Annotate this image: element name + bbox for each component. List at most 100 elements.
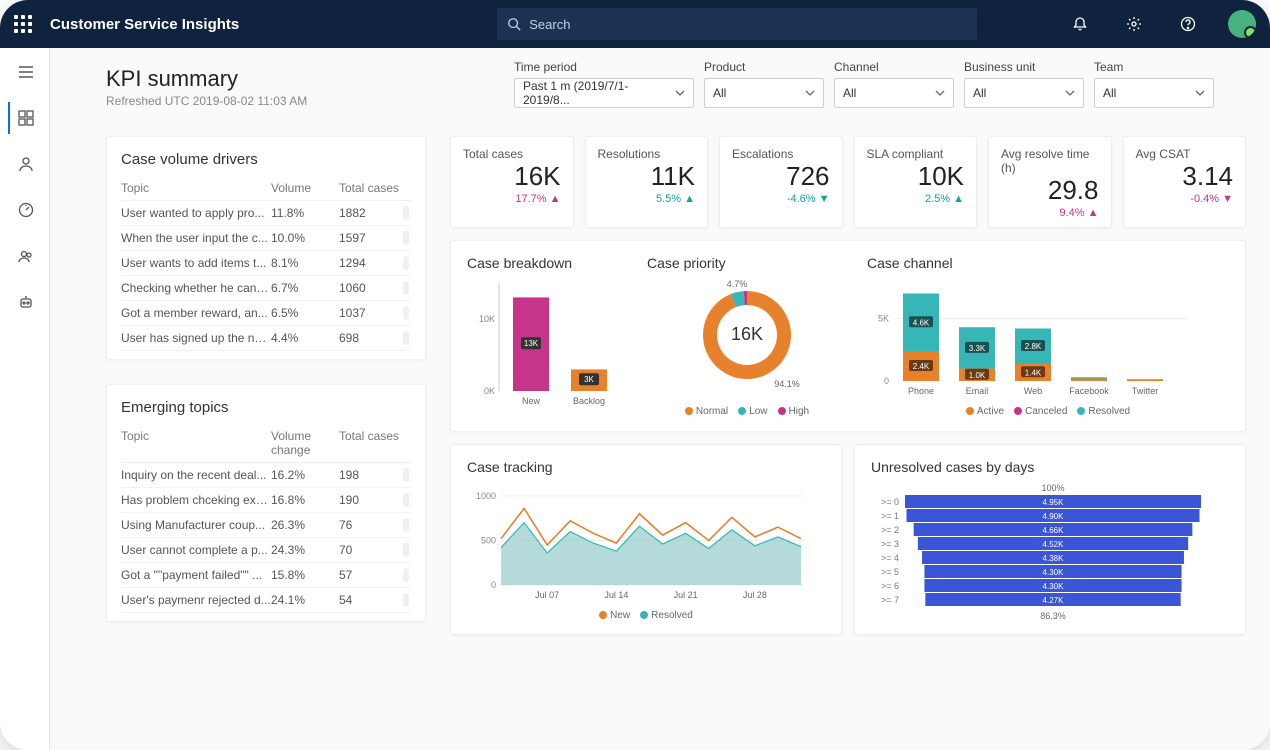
notifications-icon[interactable] [1062,6,1098,42]
col-topic[interactable]: Topic [121,181,271,195]
kpi-label: Escalations [732,147,830,161]
kpi-delta: 5.5% ▲ [598,193,696,205]
kpi-card[interactable]: Avg CSAT 3.14 -0.4% ▼ [1123,136,1247,228]
cell-total: 57 [339,568,403,582]
table-row[interactable]: User cannot complete a p... 24.3% 70 [121,538,411,563]
search-input[interactable]: Search [497,8,977,40]
kpi-label: Avg CSAT [1136,147,1234,161]
kpi-card[interactable]: Resolutions 11K 5.5% ▲ [585,136,709,228]
help-icon[interactable] [1170,6,1206,42]
table-row[interactable]: Got a member reward, an... 6.5% 1037 [121,301,411,326]
svg-text:500: 500 [481,535,496,545]
kpi-card[interactable]: SLA compliant 10K 2.5% ▲ [854,136,978,228]
hamburger-icon[interactable] [8,56,42,88]
settings-icon[interactable] [1116,6,1152,42]
kpi-value: 726 [732,163,830,189]
kpi-value: 3.14 [1136,163,1234,189]
nav-bot[interactable] [8,286,42,318]
svg-text:3.3K: 3.3K [969,344,986,353]
nav-performance[interactable] [8,194,42,226]
cell-metric: 15.8% [271,568,339,582]
svg-text:5K: 5K [878,314,889,324]
cell-topic: User wants to add items t... [121,256,271,270]
svg-text:2.4K: 2.4K [913,362,930,371]
svg-text:100%: 100% [1041,483,1064,493]
svg-text:1000: 1000 [476,491,496,501]
nav-people[interactable] [8,240,42,272]
cell-metric: 6.5% [271,306,339,320]
tracking-legend: New Resolved [467,610,825,621]
col-total[interactable]: Total cases [339,429,403,457]
svg-text:New: New [522,396,541,406]
chevron-down-icon [1065,90,1075,96]
nav-dashboard[interactable] [8,102,42,134]
svg-text:0K: 0K [484,386,495,396]
cell-topic: Checking whether he can r... [121,281,271,295]
filter-time period: Time period Past 1 m (2019/7/1-2019/8... [514,60,694,108]
table-row[interactable]: User has signed up the ne... 4.4% 698 [121,326,411,351]
filter-value: All [1103,86,1116,100]
filter-dropdown[interactable]: All [1094,78,1214,108]
svg-text:Web: Web [1024,386,1042,396]
table-row[interactable]: Inquiry on the recent deal... 16.2% 198 [121,463,411,488]
col-change[interactable]: Volume change [271,429,339,457]
case-tracking-chart: 05001000Jul 07Jul 14Jul 21Jul 28 [467,481,807,601]
filter-label: Business unit [964,60,1084,74]
cell-metric: 6.7% [271,281,339,295]
table-row[interactable]: Has problem chceking exp... 16.8% 190 [121,488,411,513]
nav-customers[interactable] [8,148,42,180]
svg-text:Jul 14: Jul 14 [604,590,628,600]
table-row[interactable]: User wants to add items t... 8.1% 1294 [121,251,411,276]
svg-text:Jul 28: Jul 28 [743,590,767,600]
kpi-value: 10K [867,163,965,189]
chart-title: Unresolved cases by days [871,459,1229,475]
col-volume[interactable]: Volume [271,181,339,195]
avatar[interactable] [1228,10,1256,38]
svg-text:>= 7: >= 7 [881,595,899,605]
case-breakdown-chart: 0K10K13KNew3KBacklog [467,277,627,407]
chevron-down-icon [675,90,685,96]
svg-text:>= 6: >= 6 [881,581,899,591]
svg-text:0: 0 [884,376,889,386]
case-tracking-card: Case tracking 05001000Jul 07Jul 14Jul 21… [450,444,842,635]
svg-text:13K: 13K [524,339,539,348]
kpi-card[interactable]: Avg resolve time (h) 29.8 9.4% ▲ [988,136,1112,228]
kpi-label: Resolutions [598,147,696,161]
kpi-card[interactable]: Escalations 726 -4.6% ▼ [719,136,843,228]
cell-total: 54 [339,593,403,607]
svg-text:Facebook: Facebook [1069,386,1109,396]
case-priority-chart: 16K94.1%4.7% [647,277,847,397]
filter-dropdown[interactable]: All [834,78,954,108]
cell-topic: User has signed up the ne... [121,331,271,345]
filter-dropdown[interactable]: All [964,78,1084,108]
svg-text:4.52K: 4.52K [1043,540,1065,549]
table-row[interactable]: When the user input the c... 10.0% 1597 [121,226,411,251]
app-header: Customer Service Insights Search [0,0,1270,48]
cell-topic: Got a member reward, an... [121,306,271,320]
kpi-delta: -0.4% ▼ [1136,193,1234,205]
table-row[interactable]: Got a ""payment failed"" ... 15.8% 57 [121,563,411,588]
svg-text:0: 0 [491,580,496,590]
filter-dropdown[interactable]: Past 1 m (2019/7/1-2019/8... [514,78,694,108]
cell-total: 1882 [339,206,403,220]
col-total[interactable]: Total cases [339,181,403,195]
emerging-topics-card: Emerging topics Topic Volume change Tota… [106,384,426,622]
kpi-card[interactable]: Total cases 16K 17.7% ▲ [450,136,574,228]
svg-text:>= 4: >= 4 [881,553,899,563]
cell-topic: When the user input the c... [121,231,271,245]
app-launcher-icon[interactable] [14,15,32,33]
col-topic[interactable]: Topic [121,429,271,457]
table-row[interactable]: User wanted to apply pro... 11.8% 1882 [121,201,411,226]
table-row[interactable]: Checking whether he can r... 6.7% 1060 [121,276,411,301]
chart-title: Case channel [867,255,1229,271]
svg-text:3K: 3K [584,375,594,384]
svg-text:4.7%: 4.7% [727,279,748,289]
filter-channel: Channel All [834,60,954,108]
table-row[interactable]: Using Manufacturer coup... 26.3% 76 [121,513,411,538]
svg-text:4.90K: 4.90K [1043,512,1065,521]
table-row[interactable]: User's paymenr rejected d... 24.1% 54 [121,588,411,613]
cell-total: 1597 [339,231,403,245]
filter-label: Product [704,60,824,74]
filter-dropdown[interactable]: All [704,78,824,108]
filter-business unit: Business unit All [964,60,1084,108]
